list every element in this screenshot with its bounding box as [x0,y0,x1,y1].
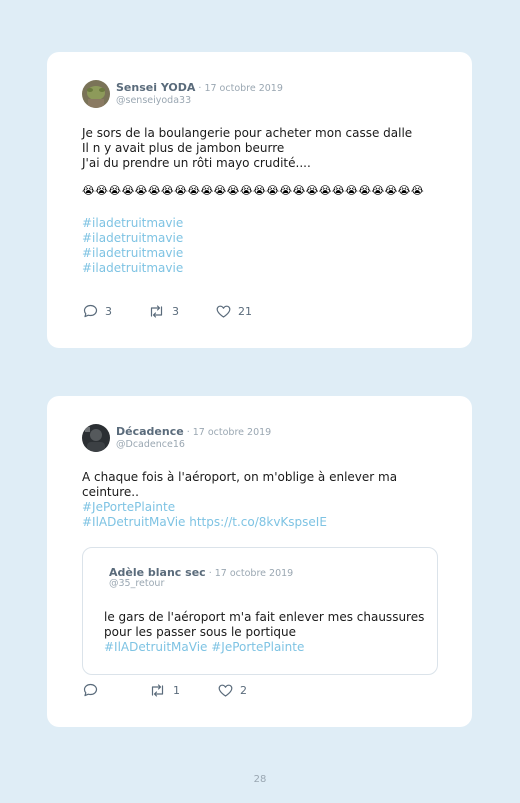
reply-icon [83,304,98,318]
tweet-line: ceinture.. [82,485,139,499]
tweet-date: · 17 octobre 2019 [183,427,272,438]
hashtag-link[interactable]: #IlADetruitMaVie https://t.co/8kvKspseIE [82,515,397,530]
tweet-card: Décadence · 17 octobre 2019 @Dcadence16 … [47,396,472,727]
author-handle[interactable]: @senseiyoda33 [116,95,191,106]
like-count: 2 [240,683,247,697]
reply-button[interactable] [83,683,105,697]
avatar[interactable] [82,424,110,452]
tweet-date: · 17 octobre 2019 [195,83,283,94]
emoji-row: 😭😭😭😭😭😭😭😭😭😭😭😭😭😭😭😭😭😭😭😭😭😭😭😭😭😭 [82,184,424,197]
tweet-card: Sensei YODA · 17 octobre 2019 @senseiyod… [47,52,472,348]
hashtag-block: #iladetruitmavie #iladetruitmavie #ilade… [82,216,183,276]
retweet-count: 1 [173,683,180,697]
like-button[interactable]: 2 [218,684,247,697]
author-line: Décadence · 17 octobre 2019 [116,425,271,438]
tweet-text: Je sors de la boulangerie pour acheter m… [82,126,412,171]
retweet-button[interactable]: 3 [148,305,179,318]
action-bar: 1 2 [83,683,247,697]
tweet-line: Il n y avait plus de jambon beurre [82,141,285,155]
quoted-tweet-text: le gars de l'aéroport m'a fait enlever m… [104,610,424,655]
retweet-count: 3 [172,304,179,318]
tweet-line: le gars de l'aéroport m'a fait enlever m… [104,610,425,624]
reply-icon [83,683,98,697]
like-button[interactable]: 21 [216,305,252,318]
action-bar: 3 3 21 [83,304,252,318]
tweet-line: A chaque fois à l'aéroport, on m'oblige … [82,470,398,484]
tweet-text: A chaque fois à l'aéroport, on m'oblige … [82,470,397,530]
retweet-button[interactable]: 1 [149,684,180,697]
quoted-author-handle[interactable]: @35_retour [109,578,164,589]
retweet-icon [151,683,164,697]
hashtag-link[interactable]: #iladetruitmavie [82,231,183,246]
hashtag-link[interactable]: #iladetruitmavie [82,246,183,261]
tweet-line: J'ai du prendre un rôti mayo crudité.... [82,156,311,170]
author-name[interactable]: Sensei YODA [116,81,195,94]
like-count: 21 [238,304,252,318]
retweet-icon [150,304,163,318]
author-handle[interactable]: @Dcadence16 [116,439,185,450]
author-line: Sensei YODA · 17 octobre 2019 [116,81,283,94]
hashtag-link[interactable]: #JePortePlainte [82,500,397,515]
tweet-line: pour les passer sous le portique [104,625,297,639]
quoted-tweet-date: · 17 octobre 2019 [205,568,294,579]
avatar[interactable] [82,80,110,108]
hashtag-link[interactable]: #iladetruitmavie [82,261,183,276]
author-name[interactable]: Décadence [116,425,184,438]
reply-count: 3 [105,304,112,318]
page-number: 28 [253,774,267,785]
heart-icon [216,305,231,318]
heart-icon [218,684,233,697]
tweet-line: Je sors de la boulangerie pour acheter m… [82,126,413,140]
quoted-tweet[interactable]: Adèle blanc sec · 17 octobre 2019 @35_re… [82,547,438,675]
reply-button[interactable]: 3 [83,304,112,318]
hashtag-link[interactable]: #iladetruitmavie [82,216,183,231]
hashtag-link[interactable]: #IlADetruitMaVie #JePortePlainte [104,640,424,655]
